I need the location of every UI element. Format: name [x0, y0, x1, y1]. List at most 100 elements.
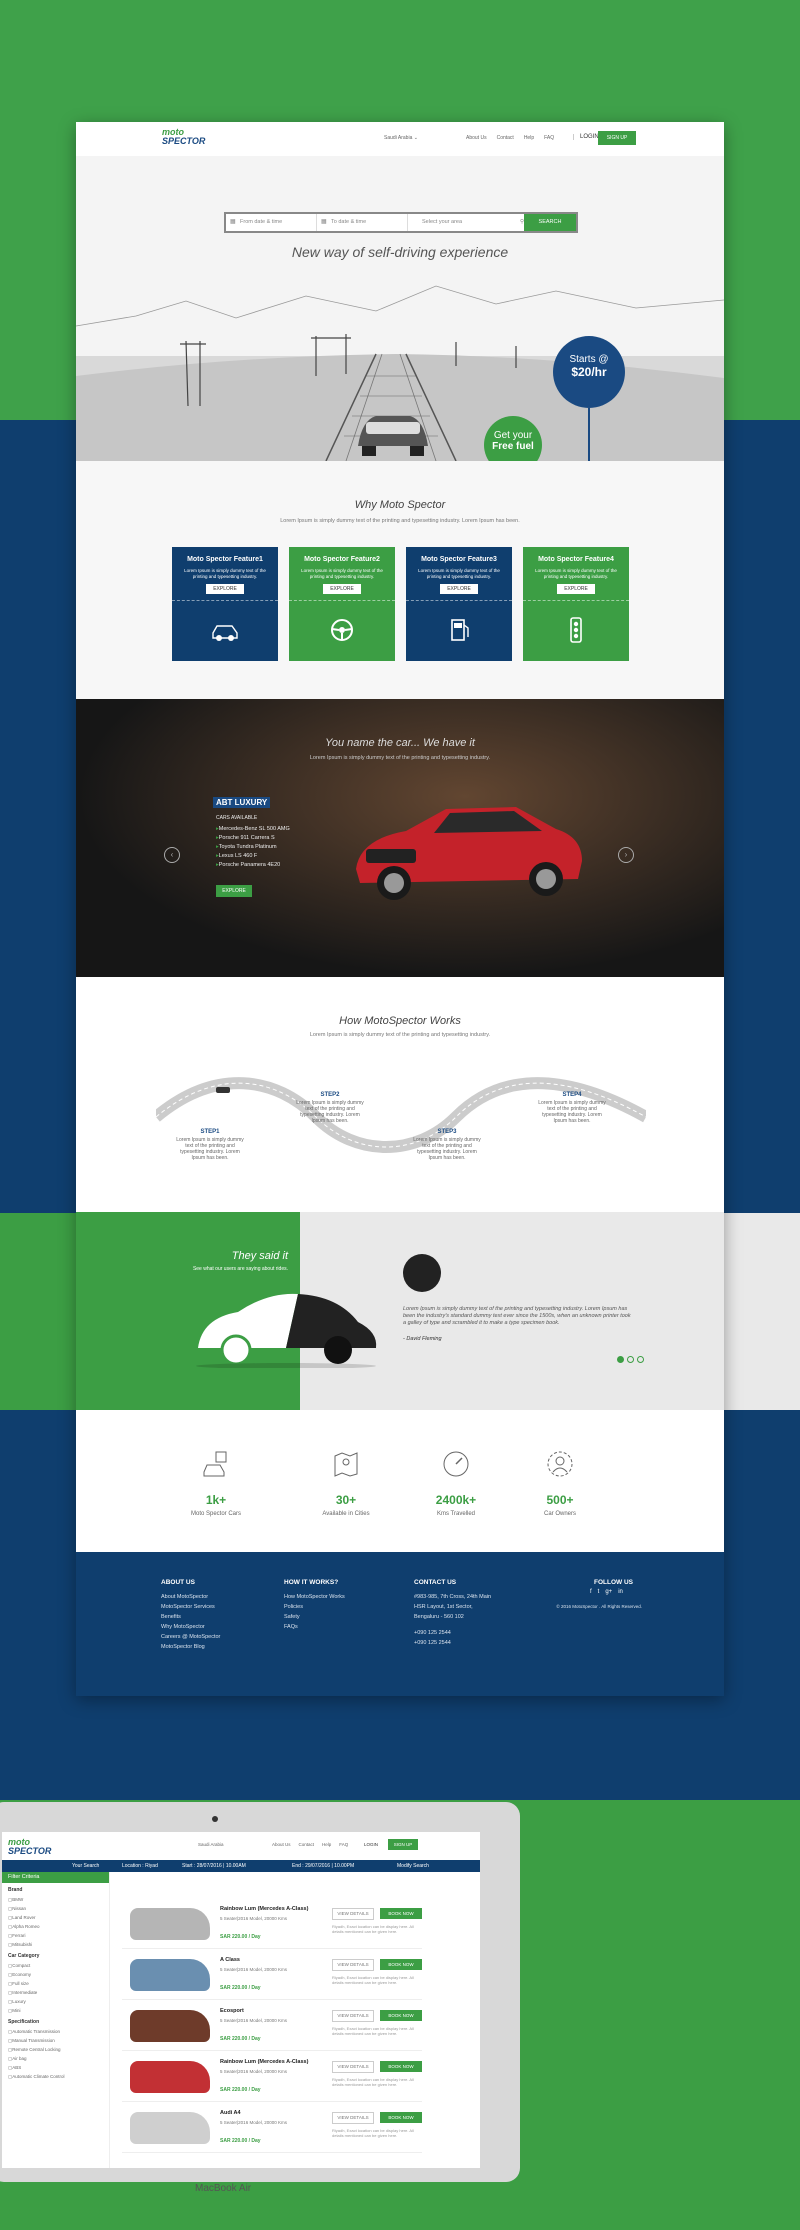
nav-link-about[interactable]: About Us: [466, 135, 487, 141]
country-select[interactable]: Saudi Arabia: [198, 1842, 224, 1847]
traffic-light-icon: [570, 617, 582, 643]
footer-link[interactable]: Benefits: [161, 1612, 220, 1622]
filter-checkbox[interactable]: Ferrari: [2, 1931, 109, 1940]
filter-checkbox[interactable]: Luxury: [2, 1997, 109, 2006]
logo[interactable]: moto SPECTOR: [8, 1838, 51, 1856]
book-now-button[interactable]: BOOK NOW: [380, 2061, 422, 2072]
to-placeholder: To date & time: [331, 219, 367, 225]
phone-number[interactable]: +090 125 2544: [414, 1628, 491, 1638]
explore-button[interactable]: EXPLORE: [440, 584, 478, 594]
book-now-button[interactable]: BOOK NOW: [380, 2112, 422, 2123]
filter-checkbox[interactable]: Land Rover: [2, 1913, 109, 1922]
footer-link[interactable]: Policies: [284, 1602, 345, 1612]
filter-section-title: Car Category: [8, 1953, 40, 1959]
filter-checkbox[interactable]: Alpha Romeo: [2, 1922, 109, 1931]
footer-link[interactable]: MotoSpector Blog: [161, 1642, 220, 1652]
filter-checkbox[interactable]: Automatic Transmission: [2, 2027, 109, 2036]
footer-link[interactable]: MotoSpector Services: [161, 1602, 220, 1612]
carousel-dot[interactable]: [617, 1356, 624, 1363]
area-field[interactable]: Select your area ⚲: [408, 214, 524, 231]
nav-link-contact[interactable]: Contact: [299, 1842, 315, 1847]
footer-link[interactable]: Why MotoSpector: [161, 1622, 220, 1632]
twitter-icon[interactable]: t: [598, 1589, 600, 1595]
filter-checkbox[interactable]: Full size: [2, 1979, 109, 1988]
filter-checkbox[interactable]: ABS: [2, 2063, 109, 2072]
view-details-button[interactable]: VIEW DETAILS: [332, 1908, 374, 1920]
carousel-prev-button[interactable]: ‹: [164, 847, 180, 863]
footer-link[interactable]: How MotoSpector Works: [284, 1592, 345, 1602]
filter-checkbox[interactable]: Automatic Climate Control: [2, 2072, 109, 2081]
car-name[interactable]: Rainbow Lum (Mercedes A-Class): [220, 2059, 308, 2065]
car-name[interactable]: A Class: [220, 1957, 240, 1963]
location-note: Riyadh, Exact location can be display he…: [332, 1975, 414, 1985]
testimonial-section: They said it See what our users are sayi…: [76, 1212, 724, 1410]
car-thumbnail[interactable]: [130, 2112, 210, 2144]
footer-link[interactable]: Safety: [284, 1612, 345, 1622]
explore-button[interactable]: EXPLORE: [323, 584, 361, 594]
red-sedan-image: [356, 807, 582, 900]
car-name[interactable]: Ecosport: [220, 2008, 244, 2014]
login-link[interactable]: LOGIN: [364, 1842, 378, 1847]
footer-link[interactable]: About MotoSpector: [161, 1592, 220, 1602]
filter-checkbox[interactable]: Remote Central Locking: [2, 2045, 109, 2054]
view-details-button[interactable]: VIEW DETAILS: [332, 2010, 374, 2022]
footer-link[interactable]: Careers @ MotoSpector: [161, 1632, 220, 1642]
filter-checkbox[interactable]: Air bag: [2, 2054, 109, 2063]
carousel-dot[interactable]: [637, 1356, 644, 1363]
filter-checkbox[interactable]: Compact: [2, 1961, 109, 1970]
showcase-explore-button[interactable]: EXPLORE: [216, 885, 252, 897]
explore-button[interactable]: EXPLORE: [557, 584, 595, 594]
book-now-button[interactable]: BOOK NOW: [380, 1908, 422, 1919]
car-thumbnail[interactable]: [130, 2061, 210, 2093]
stats-section: 1k+ Moto Spector Cars 30+ Available in C…: [76, 1410, 724, 1560]
signup-button[interactable]: SIGN UP: [388, 1839, 418, 1850]
filter-checkbox[interactable]: Mitsubishi: [2, 1940, 109, 1949]
car-thumbnail[interactable]: [130, 1959, 210, 1991]
device-label: MacBook Air: [195, 2183, 252, 2194]
google-plus-icon[interactable]: g+: [605, 1589, 612, 1595]
step-label: STEP4: [562, 1092, 582, 1098]
search-location: Location : Riyad: [122, 1863, 158, 1869]
filter-checkbox[interactable]: Intermediate: [2, 1988, 109, 1997]
search-button[interactable]: SEARCH: [524, 214, 576, 231]
view-details-button[interactable]: VIEW DETAILS: [332, 2112, 374, 2124]
footer-link[interactable]: FAQs: [284, 1622, 345, 1632]
list-item: Toyota Tundra Platinum: [216, 843, 290, 852]
filter-checkbox[interactable]: Mini: [2, 2006, 109, 2015]
filter-checkbox[interactable]: Economy: [2, 1970, 109, 1979]
car-name[interactable]: Rainbow Lum (Mercedes A-Class): [220, 1906, 308, 1912]
view-details-button[interactable]: VIEW DETAILS: [332, 1959, 374, 1971]
linkedin-icon[interactable]: in: [618, 1589, 623, 1595]
nav-link-help[interactable]: Help: [524, 135, 534, 141]
logo[interactable]: moto SPECTOR: [162, 128, 205, 146]
filter-checkbox[interactable]: Manual Transmission: [2, 2036, 109, 2045]
phone-number[interactable]: +090 125 2544: [414, 1638, 491, 1648]
logo-line2: SPECTOR: [8, 1846, 52, 1856]
to-date-field[interactable]: ▦ To date & time: [317, 214, 408, 231]
book-now-button[interactable]: BOOK NOW: [380, 1959, 422, 1970]
car-thumbnail[interactable]: [130, 1908, 210, 1940]
nav-link-about[interactable]: About Us: [272, 1842, 291, 1847]
filter-checkbox[interactable]: Nissan: [2, 1904, 109, 1913]
carousel-dot[interactable]: [627, 1356, 634, 1363]
nav-link-faq[interactable]: FAQ: [339, 1842, 348, 1847]
car-info: 5 Seater|2016 Model, 20000 Kms: [220, 2069, 287, 2074]
carousel-next-button[interactable]: ›: [618, 847, 634, 863]
facebook-icon[interactable]: f: [590, 1589, 592, 1595]
car-thumbnail[interactable]: [130, 2010, 210, 2042]
login-link[interactable]: LOGIN: [573, 134, 599, 140]
book-now-button[interactable]: BOOK NOW: [380, 2010, 422, 2021]
country-select[interactable]: Saudi Arabia ⌄: [384, 135, 418, 141]
nav-link-help[interactable]: Help: [322, 1842, 331, 1847]
filter-checkbox[interactable]: BMW: [2, 1895, 109, 1904]
view-details-button[interactable]: VIEW DETAILS: [332, 2061, 374, 2073]
step-text: Lorem Ipsum is simply dummy text of the …: [538, 1100, 606, 1124]
from-date-field[interactable]: ▦ From date & time: [226, 214, 317, 231]
step-3: STEP3 Lorem Ipsum is simply dummy text of…: [411, 1129, 483, 1161]
explore-button[interactable]: EXPLORE: [206, 584, 244, 594]
nav-link-contact[interactable]: Contact: [497, 135, 514, 141]
signup-button[interactable]: SIGN UP: [598, 131, 636, 145]
nav-link-faq[interactable]: FAQ: [544, 135, 554, 141]
modify-search-link[interactable]: Modify Search: [397, 1860, 429, 1872]
car-name[interactable]: Audi A4: [220, 2110, 241, 2116]
